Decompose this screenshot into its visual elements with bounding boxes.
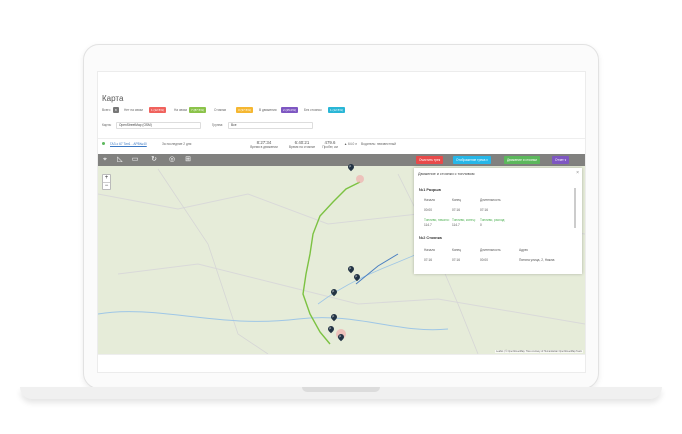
stat-parking-time-label: Время на стоянке: [288, 145, 316, 149]
filter-parked-badge[interactable]: 3 (37.5%): [236, 107, 254, 113]
stat-parking-time: 6:40:21 Время на стоянке: [284, 140, 320, 149]
filter-online-badge[interactable]: 7 (87.5%): [189, 107, 207, 113]
stat-moving-time-label: Время в движении: [250, 145, 278, 149]
table-cell: Топливо, начало:: [424, 218, 450, 222]
parking-marker-label: P: [355, 274, 358, 279]
col-start-header: Начало: [424, 198, 436, 202]
filter-no-parking-label[interactable]: Без стоянок: [304, 108, 322, 112]
parking-marker-label: P: [332, 314, 335, 319]
stat-mileage: 479.6 Пробег, км: [320, 140, 340, 149]
filter-no-parking-badge[interactable]: 1 (12.5%): [328, 107, 346, 113]
filter-total-label[interactable]: Всего: [102, 108, 110, 112]
map-select[interactable]: OpenStreetMap (OSM): [116, 122, 201, 129]
filter-moving-badge[interactable]: 2 (25.0%): [281, 107, 299, 113]
col-end-header: Конец: [452, 248, 461, 252]
table-cell: 114.7: [452, 223, 460, 227]
col-duration-header: Длительность: [480, 248, 501, 252]
stat-mileage-label: Пробег, км: [322, 145, 338, 149]
ruler-icon[interactable]: ◺: [116, 156, 124, 164]
parking-marker-label: P: [339, 334, 342, 339]
zoom-out-button[interactable]: −: [103, 183, 110, 190]
parking-marker-label: P: [349, 164, 352, 169]
group-select-value: Все: [231, 123, 237, 127]
report-button[interactable]: Отчет ▾: [552, 156, 570, 164]
track-display-button[interactable]: Отображение трека ▾: [453, 156, 491, 164]
panel-title: Движение и стоянки с топливом: [418, 172, 475, 176]
driver-text: Водитель: неизвестный: [361, 142, 396, 146]
col-end-header: Конец: [452, 198, 461, 202]
map-toolbar: ⌖ ◺ ▭ ↻ ◎ ⊞ Очистить трек Отображение тр…: [98, 154, 585, 166]
movement-panel: Движение и стоянки с топливом × №1 Разры…: [414, 168, 582, 274]
stat-moving-time: 8:27:34 Время в движении: [246, 140, 282, 149]
table-cell: 07:16: [480, 208, 488, 212]
filter-total-badge[interactable]: 8: [113, 107, 119, 113]
app-screen: Карта Всего 8 Нет на связи 1 (12.5%) На …: [97, 71, 586, 373]
table-cell: 00:00: [424, 208, 432, 212]
group-select[interactable]: Все: [228, 122, 313, 129]
table-cell: 07:16: [424, 258, 432, 262]
page-title: Карта: [102, 94, 124, 103]
status-filters: Всего 8 Нет на связи 1 (12.5%) На связи …: [98, 107, 585, 115]
map-controls: Карта: OpenStreetMap (OSM) Группа: Все: [98, 122, 585, 132]
filter-moving-label[interactable]: В движении: [259, 108, 277, 112]
online-status-dot: [102, 142, 105, 145]
period-text: За последние 2 дня: [162, 142, 192, 146]
vehicle-link[interactable]: ГАЗ-с 67 Тип1 - АРВ№40: [110, 142, 147, 146]
filter-parked-label[interactable]: Стоянки: [214, 108, 226, 112]
map-select-value: OpenStreetMap (OSM): [119, 123, 152, 127]
table-cell: 114.7: [424, 223, 432, 227]
map-select-label: Карта:: [102, 123, 112, 127]
globe-icon[interactable]: ◎: [168, 156, 176, 164]
panel-scrollbar[interactable]: [574, 188, 576, 228]
truck-icon[interactable]: ▭: [131, 156, 139, 164]
location-icon[interactable]: ⌖: [101, 156, 109, 164]
map-view[interactable]: ⌖ ◺ ▭ ↻ ◎ ⊞ Очистить трек Отображение тр…: [98, 154, 585, 354]
vehicle-row[interactable]: ГАЗ-с 67 Тип1 - АРВ№40 За последние 2 дн…: [98, 138, 585, 151]
table-cell: Топливо, расход:: [480, 218, 506, 222]
table-cell: 07:16: [452, 258, 460, 262]
table-cell: 0: [480, 223, 482, 227]
section-gap-title: №1 Разрыв: [419, 188, 441, 192]
zoom-in-button[interactable]: +: [103, 175, 110, 183]
fuel-value: 64.0 л: [348, 142, 357, 146]
table-cell: 07:16: [452, 208, 460, 212]
col-address-header: Адрес: [519, 248, 529, 252]
parking-marker-label: P: [332, 289, 335, 294]
fuel-text: ▲ 64.0 л: [344, 142, 357, 146]
col-start-header: Начало: [424, 248, 436, 252]
col-duration-header: Длительность: [480, 198, 501, 202]
parking-marker-label: P: [329, 326, 332, 331]
refresh-icon[interactable]: ↻: [150, 156, 158, 164]
table-cell: Пятина улица, 2, Няжна: [519, 258, 555, 262]
clear-track-button[interactable]: Очистить трек: [416, 156, 444, 164]
filter-offline-label[interactable]: Нет на связи: [124, 108, 143, 112]
map-attribution[interactable]: Leaflet | © OpenStreetMap, Tiles courtes…: [495, 350, 583, 353]
bottom-bar: [98, 354, 585, 372]
movement-stops-button[interactable]: Движение и стоянки: [504, 156, 540, 164]
filter-offline-badge[interactable]: 1 (12.5%): [149, 107, 167, 113]
filter-online-label[interactable]: На связи: [174, 108, 187, 112]
group-select-label: Группа:: [212, 123, 223, 127]
table-cell: 00:00: [480, 258, 488, 262]
close-icon[interactable]: ×: [576, 170, 579, 176]
grid-icon[interactable]: ⊞: [184, 156, 192, 164]
section-stop-title: №2 Стоянка: [419, 236, 442, 240]
parking-marker-label: P: [349, 266, 352, 271]
zoom-control: + −: [102, 174, 111, 190]
table-cell: Топливо, конец:: [452, 218, 476, 222]
laptop-notch: [302, 387, 380, 392]
